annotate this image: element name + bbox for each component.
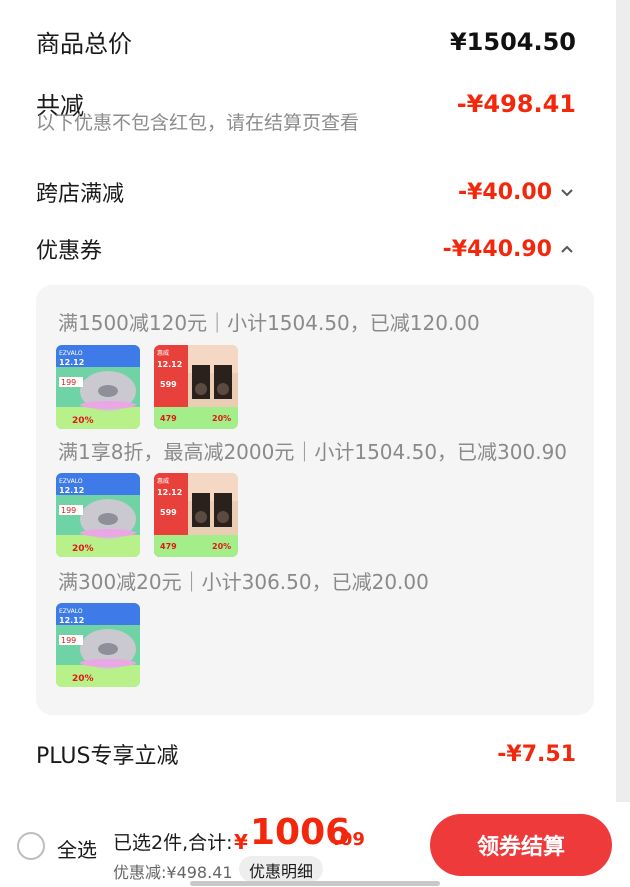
plus-discount-row: PLUS专享立减 -¥7.51: [36, 738, 576, 770]
svg-text:12.12: 12.12: [59, 358, 84, 367]
order-summary-card: 商品总价 ¥1504.50 共减 -¥498.41 以下优惠不包含红包，请在结算…: [0, 0, 616, 820]
svg-text:12.12: 12.12: [59, 616, 84, 625]
total-amount-decimal: .09: [333, 829, 365, 850]
coupon-rule-2: 满1享8折，最高减2000元｜小计1504.50，已减300.90: [58, 440, 568, 464]
select-all-label[interactable]: 全选: [57, 834, 97, 863]
checkout-button[interactable]: 领券结算: [430, 814, 612, 876]
svg-text:20%: 20%: [212, 414, 231, 423]
product-thumb-speaker[interactable]: 惠威 12.12 599 479 20%: [154, 473, 238, 557]
svg-text:199: 199: [61, 506, 76, 515]
svg-text:EZVALO: EZVALO: [59, 350, 83, 357]
svg-text:20%: 20%: [72, 416, 94, 426]
total-reduce-value: -¥498.41: [456, 89, 576, 118]
svg-text:479: 479: [160, 414, 177, 423]
cross-store-label: 跨店满减: [36, 182, 125, 207]
coupon-row[interactable]: 优惠券 -¥440.90: [36, 233, 576, 265]
svg-text:惠威: 惠威: [157, 477, 169, 485]
svg-text:12.12: 12.12: [157, 360, 182, 369]
svg-text:20%: 20%: [212, 542, 231, 551]
coupon-value: -¥440.90: [442, 236, 552, 262]
total-price-row: 商品总价 ¥1504.50: [36, 24, 576, 59]
svg-text:12.12: 12.12: [59, 486, 84, 495]
plus-discount-label: PLUS专享立减: [36, 744, 179, 769]
cross-store-row[interactable]: 跨店满减 -¥40.00: [36, 176, 576, 208]
chevron-up-icon[interactable]: [558, 240, 576, 258]
product-thumb-aroma[interactable]: 199 EZVALO 12.12 20%: [56, 473, 140, 557]
chevron-down-icon[interactable]: [558, 183, 576, 201]
total-currency: ¥: [234, 830, 248, 854]
svg-text:EZVALO: EZVALO: [59, 608, 83, 615]
svg-text:12.12: 12.12: [157, 488, 182, 497]
svg-text:20%: 20%: [72, 544, 94, 554]
home-indicator: [190, 881, 440, 886]
total-price-label: 商品总价: [36, 30, 132, 58]
coupon-rule-1: 满1500减120元｜小计1504.50，已减120.00: [58, 311, 480, 335]
svg-text:199: 199: [61, 378, 76, 387]
cross-store-value: -¥40.00: [457, 179, 552, 205]
discount-summary: 优惠减:¥498.41: [113, 863, 233, 882]
select-all-checkbox[interactable]: [17, 832, 45, 860]
coupon-rule-3: 满300减20元｜小计306.50，已减20.00: [58, 570, 429, 594]
coupon-label: 优惠券: [36, 239, 103, 264]
product-thumb-aroma[interactable]: 199 EZVALO 12.12 20%: [56, 345, 140, 429]
svg-text:EZVALO: EZVALO: [59, 478, 83, 485]
svg-text:20%: 20%: [72, 674, 94, 684]
discount-detail-button[interactable]: 优惠明细: [239, 856, 324, 882]
reduce-note: 以下优惠不包含红包，请在结算页查看: [36, 112, 360, 134]
plus-discount-value: -¥7.51: [497, 741, 576, 767]
coupon-detail-panel: 满1500减120元｜小计1504.50，已减120.00 199 EZVALO…: [36, 285, 594, 715]
svg-text:479: 479: [160, 542, 177, 551]
checkout-bar: 全选 已选2件,合计: ¥ 1006 .09 优惠减:¥498.41 优惠明细 …: [0, 802, 630, 887]
svg-text:599: 599: [160, 508, 177, 517]
total-price-value: ¥1504.50: [449, 27, 576, 56]
svg-text:惠威: 惠威: [157, 349, 169, 357]
product-thumb-speaker[interactable]: 惠威 12.12 599 479 20%: [154, 345, 238, 429]
svg-text:199: 199: [61, 636, 76, 645]
selected-count: 已选2件,合计:: [113, 832, 233, 854]
svg-text:599: 599: [160, 380, 177, 389]
product-thumb-aroma[interactable]: 199 EZVALO 12.12 20%: [56, 603, 140, 687]
